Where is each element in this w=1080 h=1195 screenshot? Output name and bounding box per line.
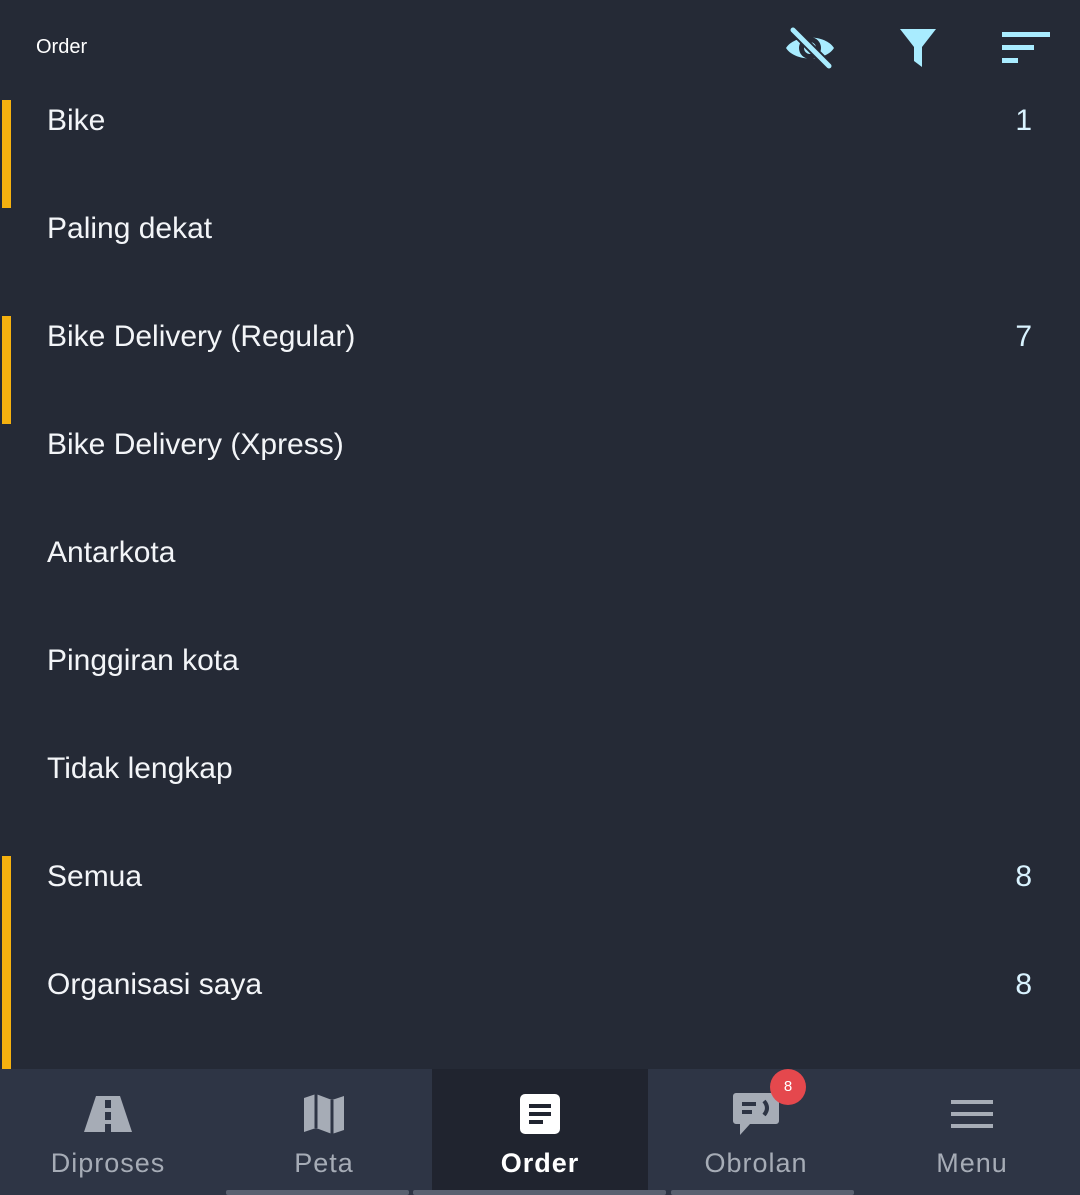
- list-item-count: 1: [1015, 104, 1032, 137]
- order-screen: Order Bike 1 Paling dekat Bike Delivery …: [0, 0, 1080, 1195]
- scroll-indicator: [226, 1190, 409, 1195]
- list-item-tidak-lengkap[interactable]: Tidak lengkap: [0, 716, 1080, 824]
- list-item-semua[interactable]: Semua 8: [0, 824, 1080, 964]
- nav-label: Peta: [294, 1148, 354, 1178]
- list-item-label: Tidak lengkap: [47, 752, 233, 785]
- list-item-label: Bike: [47, 104, 106, 137]
- list-item-pinggiran-kota[interactable]: Pinggiran kota: [0, 608, 1080, 716]
- nav-label: Order: [500, 1148, 580, 1178]
- order-list-icon: [520, 1094, 560, 1134]
- eye-off-icon: [786, 26, 834, 70]
- sort-button[interactable]: [998, 22, 1054, 74]
- list-item-bike[interactable]: Bike 1: [0, 68, 1080, 208]
- list-item-label: Semua: [47, 860, 143, 893]
- list-item-label: Antarkota: [47, 536, 176, 569]
- nav-tab-obrolan[interactable]: 8 Obrolan: [648, 1069, 864, 1195]
- filter-button[interactable]: [890, 22, 946, 74]
- nav-tab-peta[interactable]: Peta: [216, 1069, 432, 1195]
- order-category-list: Bike 1 Paling dekat Bike Delivery (Regul…: [0, 68, 1080, 1072]
- page-title: Order: [36, 36, 88, 58]
- sort-icon: [1002, 32, 1050, 63]
- list-item-antarkota[interactable]: Antarkota: [0, 500, 1080, 608]
- bottom-navigation: Diproses Peta Order 8 Obrolan Menu: [0, 1069, 1080, 1195]
- list-item-label: Bike Delivery (Xpress): [47, 428, 344, 461]
- list-item-bike-delivery-xpress[interactable]: Bike Delivery (Xpress): [0, 392, 1080, 500]
- unread-badge: 8: [770, 1069, 806, 1105]
- list-item-bike-delivery-regular[interactable]: Bike Delivery (Regular) 7: [0, 284, 1080, 424]
- nav-tab-menu[interactable]: Menu: [864, 1069, 1080, 1195]
- highlight-bar: [2, 964, 11, 1072]
- nav-tab-diproses[interactable]: Diproses: [0, 1069, 216, 1195]
- list-item-label: Pinggiran kota: [47, 644, 239, 677]
- list-item-paling-dekat[interactable]: Paling dekat: [0, 176, 1080, 284]
- list-item-label: Bike Delivery (Regular): [47, 320, 356, 353]
- nav-tab-order[interactable]: Order: [432, 1069, 648, 1195]
- scroll-indicator: [413, 1190, 666, 1195]
- filter-icon: [900, 29, 936, 67]
- list-item-label: Paling dekat: [47, 212, 213, 245]
- nav-label: Obrolan: [704, 1148, 808, 1178]
- list-item-count: 8: [1015, 860, 1032, 893]
- list-item-organisasi-saya[interactable]: Organisasi saya 8: [0, 932, 1080, 1072]
- scroll-indicator: [671, 1190, 854, 1195]
- map-icon: [304, 1094, 344, 1134]
- list-item-count: 8: [1015, 968, 1032, 1001]
- list-item-label: Organisasi saya: [47, 968, 263, 1001]
- nav-label: Menu: [936, 1148, 1008, 1178]
- menu-icon: [951, 1100, 993, 1128]
- list-item-count: 7: [1015, 320, 1032, 353]
- road-icon: [84, 1096, 132, 1132]
- hide-toggle-button[interactable]: [782, 22, 838, 74]
- nav-label: Diproses: [50, 1148, 166, 1178]
